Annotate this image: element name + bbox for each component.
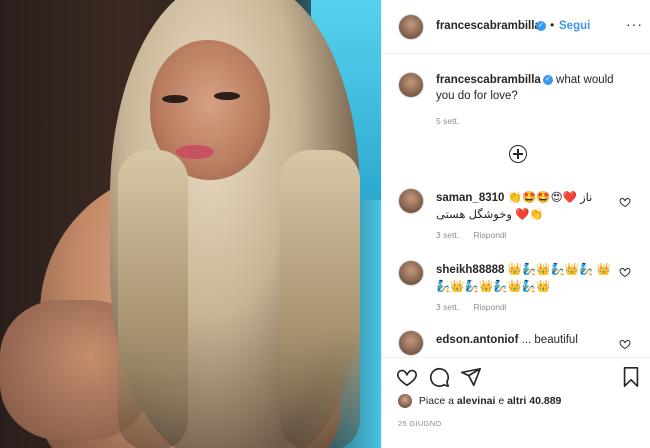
post-date[interactable]: 25 GIUGNO bbox=[398, 419, 442, 428]
reply-button[interactable]: Rispondi bbox=[474, 230, 507, 240]
author-avatar[interactable] bbox=[398, 14, 424, 40]
comment-like-heart-icon[interactable] bbox=[619, 338, 631, 350]
share-paper-plane-icon[interactable] bbox=[460, 366, 482, 388]
comment-avatar[interactable] bbox=[398, 188, 424, 214]
comment-body: saman_8310 👏🤩🤩😍❤️ ناز وخوشگل هستی ❤️👏 bbox=[436, 190, 616, 224]
follow-button[interactable]: Segui bbox=[559, 20, 590, 32]
caption-time[interactable]: 5 sett. bbox=[436, 116, 459, 126]
header-separator: • bbox=[550, 18, 555, 32]
caption-username[interactable]: francescabrambilla bbox=[436, 74, 541, 86]
comment-time[interactable]: 3 sett. bbox=[436, 230, 459, 240]
post-header: francescabrambilla ✓ • Segui ··· bbox=[382, 0, 650, 54]
comment-time[interactable]: 3 sett. bbox=[436, 302, 459, 312]
comment-meta: 3 sett. Rispondi bbox=[436, 302, 519, 312]
comment-text: ... beautiful bbox=[521, 334, 578, 346]
liker-username[interactable]: alevinai bbox=[457, 395, 496, 407]
photo-lips bbox=[176, 145, 214, 159]
more-options-icon[interactable]: ··· bbox=[626, 16, 643, 32]
comment-body: sheikh88888 👑🧞👑🧞👑🧞 👑🧞👑🧞👑🧞👑🧞👑 bbox=[436, 262, 616, 296]
comment-like-heart-icon[interactable] bbox=[619, 266, 631, 278]
caption-verified-badge-icon: ✓ bbox=[542, 74, 553, 85]
comment-like-heart-icon[interactable] bbox=[619, 196, 631, 208]
likes-joiner: e bbox=[498, 394, 505, 407]
photo-hair-strand-left bbox=[118, 150, 188, 448]
post-actions: Piace a alevinai e altri 40.889 25 GIUGN… bbox=[382, 357, 650, 448]
liker-avatar[interactable] bbox=[398, 394, 412, 408]
comment-username[interactable]: edson.antoniof bbox=[436, 334, 518, 346]
comment-icon[interactable] bbox=[428, 366, 450, 388]
comment-avatar[interactable] bbox=[398, 260, 424, 286]
comment-avatar[interactable] bbox=[398, 330, 424, 356]
comment-username[interactable]: sheikh88888 bbox=[436, 264, 504, 276]
likes-prefix: Piace a bbox=[418, 394, 454, 407]
author-username[interactable]: francescabrambilla bbox=[436, 20, 541, 32]
verified-badge-icon: ✓ bbox=[536, 21, 546, 31]
like-heart-icon[interactable] bbox=[396, 366, 418, 388]
save-bookmark-icon[interactable] bbox=[620, 366, 642, 388]
photo-eye-left bbox=[162, 95, 188, 103]
load-more-comments-icon[interactable] bbox=[509, 145, 527, 163]
comment-username[interactable]: saman_8310 bbox=[436, 192, 504, 204]
caption-avatar[interactable] bbox=[398, 72, 424, 98]
photo-eye-right bbox=[214, 92, 240, 100]
comment-meta: 3 sett. Rispondi bbox=[436, 230, 519, 240]
post-side-panel: francescabrambilla ✓ • Segui ··· frances… bbox=[381, 0, 650, 448]
comment-body: edson.antoniof ... beautiful bbox=[436, 332, 616, 349]
likes-summary: Piace a alevinai e altri 40.889 bbox=[398, 394, 561, 408]
likes-others-count[interactable]: altri 40.889 bbox=[507, 395, 561, 407]
photo-hair-strand-right bbox=[280, 150, 360, 448]
caption-text-block: francescabrambilla ✓ what would you do fo… bbox=[436, 72, 631, 104]
post-photo[interactable] bbox=[0, 0, 381, 448]
reply-button[interactable]: Rispondi bbox=[474, 302, 507, 312]
